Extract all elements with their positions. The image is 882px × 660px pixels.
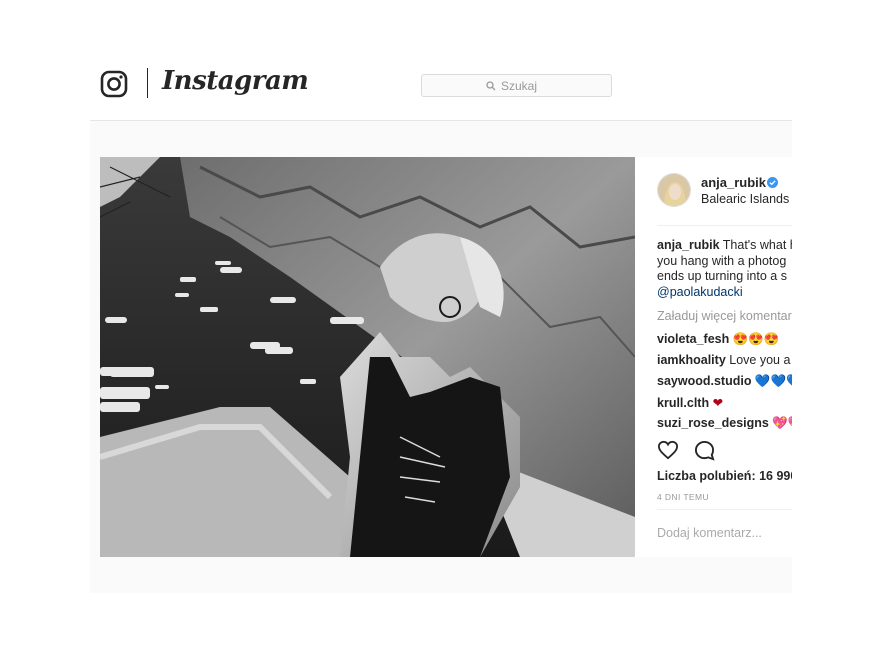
comments-list: violeta_fesh 😍😍😍 iamkhoality Love you a … (635, 327, 792, 429)
comment-username[interactable]: iamkhoality (657, 353, 726, 367)
comment-text: Love you a (725, 353, 791, 367)
post-timestamp: 4 DNI TEMU (657, 492, 710, 502)
top-navbar: Instagram (0, 0, 882, 120)
instagram-wordmark[interactable]: Instagram (162, 66, 309, 96)
comment-username[interactable]: krull.clth (657, 396, 709, 410)
post-details-panel: anja_rubik Balearic Islands anja_rubik T… (635, 157, 792, 557)
post-actions (657, 440, 792, 464)
comment-item: violeta_fesh 😍😍😍 (657, 332, 779, 347)
likes-count[interactable]: Liczba polubień: 16 990 (657, 469, 792, 483)
comment-icon[interactable] (694, 440, 715, 461)
load-more-comments-link[interactable]: Załaduj więcej komentar (657, 309, 792, 323)
comment-text: ❤ (709, 396, 724, 410)
post-author-username[interactable]: anja_rubik (701, 175, 766, 190)
avatar[interactable] (657, 173, 691, 207)
photo-image (100, 157, 635, 557)
add-comment-input[interactable] (657, 526, 787, 540)
comment-item: krull.clth ❤ (657, 395, 723, 410)
comment-username[interactable]: suzi_rose_designs (657, 416, 769, 429)
instagram-camera-icon[interactable] (100, 70, 128, 98)
caption-username[interactable]: anja_rubik (657, 238, 720, 252)
search-input[interactable] (501, 78, 547, 93)
search-box[interactable] (421, 74, 612, 97)
comment-text: 💖💖 (772, 416, 792, 429)
post-location[interactable]: Balearic Islands (701, 192, 789, 206)
comment-username[interactable]: violeta_fesh (657, 332, 729, 346)
comment-username[interactable]: saywood.studio (657, 374, 751, 388)
avatar-image (658, 174, 690, 206)
logo-divider (147, 68, 148, 98)
comment-text: 💙💙💙 (754, 374, 792, 388)
caption-line-1: That's what h (722, 238, 792, 252)
comment-text: 😍😍😍 (729, 332, 780, 346)
caption-line-3: ends up turning into a s (657, 269, 787, 283)
verified-badge-icon (767, 177, 778, 188)
header-divider (657, 225, 792, 226)
comment-item: saywood.studio 💙💙💙 (657, 374, 792, 389)
comment-item: iamkhoality Love you a (657, 353, 790, 367)
caption-line-2: you hang with a photog (657, 253, 787, 268)
caption-mention-link[interactable]: @paolakudacki (657, 285, 792, 301)
search-icon (486, 80, 496, 90)
post-photo[interactable] (100, 157, 635, 557)
heart-icon[interactable] (657, 440, 679, 460)
comment-divider (657, 509, 792, 510)
comment-item: suzi_rose_designs 💖💖 (657, 416, 792, 429)
post-caption: anja_rubik That's what h you hang with a… (657, 238, 792, 300)
